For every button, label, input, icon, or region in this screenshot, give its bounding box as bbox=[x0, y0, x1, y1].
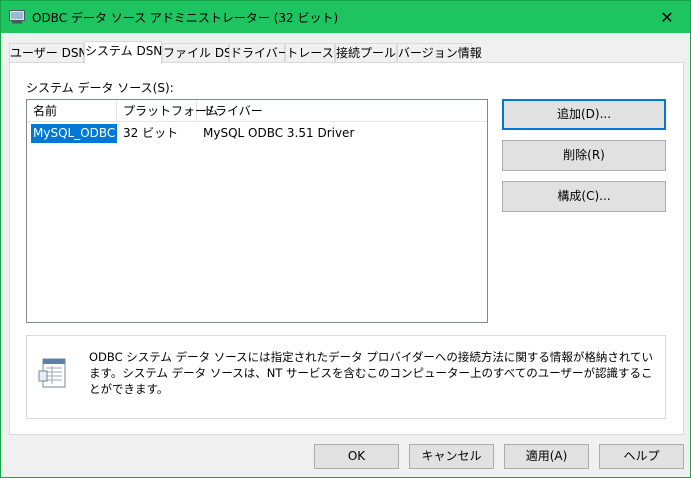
tab-strip: ユーザー DSN システム DSN ファイル DSN ドライバー トレース 接続… bbox=[9, 41, 681, 64]
data-source-list[interactable]: 名前 プラットフォーム ドライバー MySQL_ODBC 32 ビット MySQ… bbox=[26, 99, 488, 323]
info-description: ODBC システム データ ソースには指定されたデータ プロバイダーへの接続方法… bbox=[89, 350, 654, 396]
cancel-button[interactable]: キャンセル bbox=[409, 444, 494, 469]
tab-system-dsn[interactable]: システム DSN bbox=[84, 41, 162, 64]
system-data-sources-label: システム データ ソース(S): bbox=[26, 81, 174, 95]
row-driver-cell: MySQL ODBC 3.51 Driver bbox=[203, 126, 355, 140]
odbc-app-icon bbox=[9, 10, 25, 24]
window-title: ODBC データ ソース アドミニストレーター (32 ビット) bbox=[32, 11, 339, 25]
close-icon: ✕ bbox=[660, 7, 674, 27]
configure-button[interactable]: 構成(C)... bbox=[502, 181, 666, 212]
list-header: 名前 プラットフォーム ドライバー bbox=[27, 100, 487, 122]
row-name-cell: MySQL_ODBC bbox=[31, 124, 117, 143]
title-bar[interactable]: ODBC データ ソース アドミニストレーター (32 ビット) ✕ bbox=[1, 1, 690, 33]
apply-button[interactable]: 適用(A) bbox=[504, 444, 589, 469]
column-header-platform[interactable]: プラットフォーム bbox=[117, 100, 219, 122]
info-box: ODBC システム データ ソースには指定されたデータ プロバイダーへの接続方法… bbox=[26, 335, 666, 419]
tab-connection-pooling[interactable]: 接続プール bbox=[335, 43, 397, 63]
data-source-icon bbox=[37, 356, 71, 390]
column-header-driver[interactable]: ドライバー bbox=[197, 100, 487, 122]
tab-file-dsn[interactable]: ファイル DSN bbox=[162, 43, 241, 63]
ok-button[interactable]: OK bbox=[314, 444, 399, 469]
odbc-admin-window: ODBC データ ソース アドミニストレーター (32 ビット) ✕ ユーザー … bbox=[0, 0, 691, 478]
tab-user-dsn[interactable]: ユーザー DSN bbox=[9, 43, 87, 63]
column-header-name[interactable]: 名前 bbox=[27, 100, 117, 122]
tab-drivers[interactable]: ドライバー bbox=[229, 43, 290, 63]
add-button[interactable]: 追加(D)... bbox=[502, 99, 666, 130]
row-platform-cell: 32 ビット bbox=[123, 126, 179, 140]
list-item[interactable]: MySQL_ODBC 32 ビット MySQL ODBC 3.51 Driver bbox=[27, 124, 487, 143]
close-button[interactable]: ✕ bbox=[644, 1, 690, 33]
remove-button[interactable]: 削除(R) bbox=[502, 140, 666, 171]
tab-about[interactable]: バージョン情報 bbox=[397, 43, 482, 63]
help-button[interactable]: ヘルプ bbox=[599, 444, 684, 469]
tab-tracing[interactable]: トレース bbox=[285, 43, 335, 63]
